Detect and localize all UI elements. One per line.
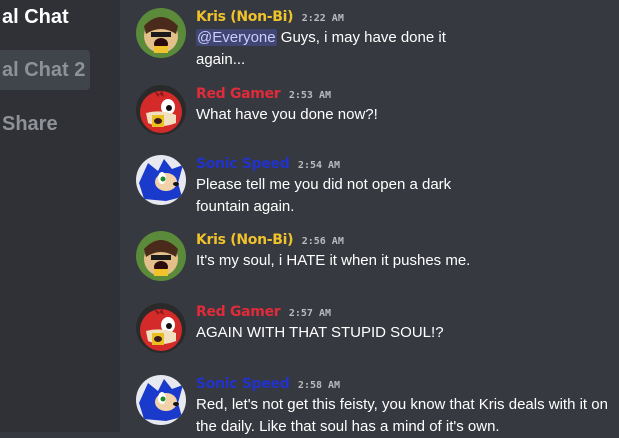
sonic-avatar[interactable] [136,375,186,425]
message-body: It's my soul, i HATE it when it pushes m… [196,252,471,269]
timestamp: 2:22 AM [301,13,344,24]
kris-avatar[interactable] [136,231,186,281]
author-name[interactable]: Kris (Non-Bi) [196,232,294,248]
author-name[interactable]: Kris (Non-Bi) [196,9,294,25]
red-avatar[interactable] [136,303,186,353]
author-name[interactable]: Sonic Speed [196,156,290,172]
message-text: @Everyone Guys, i may have done it again… [196,27,496,71]
sonic-avatar[interactable] [136,155,186,205]
red-avatar[interactable] [136,85,186,135]
author-name[interactable]: Red Gamer [196,86,281,102]
message-body: Please tell me you did not open a dark f… [196,176,452,215]
timestamp: 2:57 AM [288,308,332,319]
channel-item-2[interactable]: al Chat 2 [2,59,85,82]
message-body: What have you done now?! [196,106,378,123]
chat-pane: Kris (Non-Bi) 2:22 AM @Everyone Guys, i … [120,0,619,435]
message-body: Red, let's not get this feisty, you know… [196,396,608,435]
timestamp: 2:58 AM [297,380,341,391]
author-name[interactable]: Sonic Speed [196,376,290,392]
message-body: AGAIN WITH THAT STUPID SOUL!? [196,324,444,341]
mention[interactable]: @Everyone [196,29,277,46]
timestamp: 2:56 AM [301,236,344,247]
timestamp: 2:53 AM [288,90,332,101]
channel-sidebar: al Chat al Chat 2 Share [0,0,120,432]
timestamp: 2:54 AM [297,160,341,171]
channel-item-3[interactable]: Share [2,113,58,136]
channel-item-1[interactable]: al Chat [2,6,69,29]
kris-avatar[interactable] [136,8,186,58]
author-name[interactable]: Red Gamer [196,304,281,320]
